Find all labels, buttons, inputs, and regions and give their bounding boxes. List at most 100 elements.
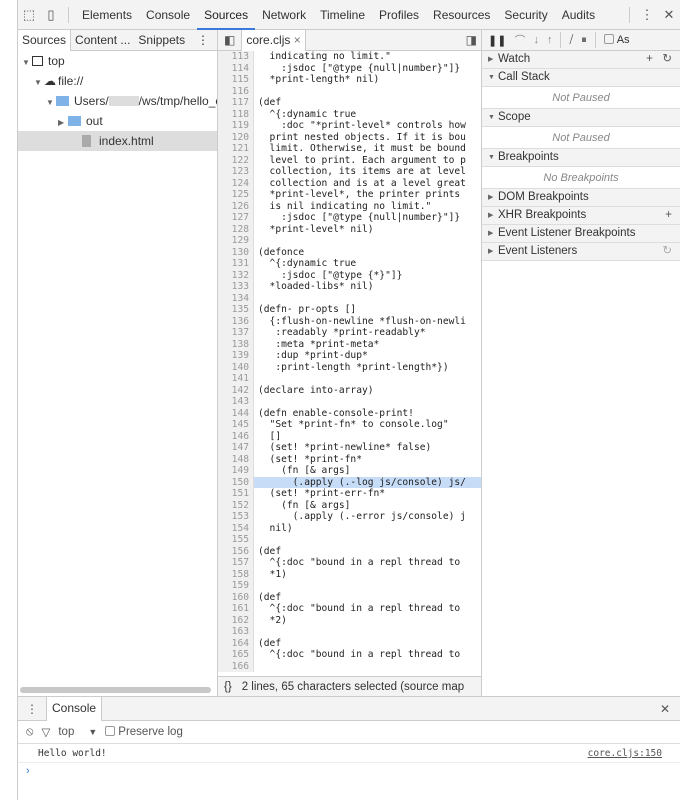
close-drawer-icon[interactable]: ✕: [660, 702, 680, 716]
code-editor[interactable]: 113 indicating no limit." 114 :jsdoc ["@t…: [218, 51, 481, 676]
line-number[interactable]: 151: [218, 488, 254, 500]
line-number[interactable]: 138: [218, 338, 254, 350]
section-dom-breakpoints[interactable]: ▶ DOM Breakpoints: [482, 189, 680, 207]
line-number[interactable]: 129: [218, 235, 254, 247]
line-number[interactable]: 128: [218, 223, 254, 235]
drawer-tab-console[interactable]: Console: [46, 696, 103, 721]
tab-elements[interactable]: Elements: [75, 0, 139, 30]
horizontal-scrollbar[interactable]: [20, 687, 211, 693]
line-number[interactable]: 131: [218, 258, 254, 270]
line-number[interactable]: 161: [218, 603, 254, 615]
line-number[interactable]: 166: [218, 660, 254, 672]
toggle-navigator-icon[interactable]: ◧: [218, 30, 241, 50]
pretty-print-icon[interactable]: {}: [224, 681, 232, 693]
tab-content-scripts[interactable]: Content ...: [71, 30, 134, 50]
pause-on-exceptions-icon[interactable]: ⏸: [581, 34, 587, 47]
tab-audits[interactable]: Audits: [555, 0, 602, 30]
line-number[interactable]: 135: [218, 304, 254, 316]
step-over-icon[interactable]: ⌒: [514, 32, 525, 48]
line-number[interactable]: 160: [218, 591, 254, 603]
line-number[interactable]: 118: [218, 108, 254, 120]
console-prompt[interactable]: ›: [18, 763, 680, 779]
close-tab-icon[interactable]: ×: [294, 33, 301, 47]
tree-item-index-html[interactable]: index.html: [18, 131, 217, 151]
section-xhr-breakpoints[interactable]: ▶ XHR Breakpoints +: [482, 207, 680, 225]
tab-snippets[interactable]: Snippets: [134, 30, 189, 50]
line-number[interactable]: 164: [218, 637, 254, 649]
message-source-link[interactable]: core.cljs:150: [588, 744, 680, 762]
line-number[interactable]: 137: [218, 327, 254, 339]
line-number[interactable]: 140: [218, 361, 254, 373]
line-number[interactable]: 143: [218, 396, 254, 408]
section-scope[interactable]: ▼ Scope: [482, 109, 680, 127]
tab-console[interactable]: Console: [139, 0, 197, 30]
async-checkbox[interactable]: As: [603, 34, 630, 46]
line-number[interactable]: 116: [218, 85, 254, 97]
section-event-listener-breakpoints[interactable]: ▶ Event Listener Breakpoints: [482, 225, 680, 243]
line-number[interactable]: 145: [218, 419, 254, 431]
refresh-icon[interactable]: ↻: [662, 243, 680, 260]
tree-item-users-folder[interactable]: ▼ Users/ /ws/tmp/hello_c: [18, 91, 217, 111]
add-xhr-breakpoint-icon[interactable]: +: [665, 207, 680, 224]
more-icon[interactable]: ⋮: [193, 30, 217, 50]
line-number[interactable]: 121: [218, 143, 254, 155]
section-breakpoints[interactable]: ▼ Breakpoints: [482, 149, 680, 167]
line-number[interactable]: 150: [218, 476, 254, 488]
line-number[interactable]: 136: [218, 315, 254, 327]
tab-timeline[interactable]: Timeline: [313, 0, 372, 30]
line-number[interactable]: 127: [218, 212, 254, 224]
tree-item-top[interactable]: ▼ top: [18, 51, 217, 71]
context-select[interactable]: top ▼: [58, 726, 97, 738]
line-number[interactable]: 124: [218, 177, 254, 189]
toggle-debugger-icon[interactable]: ◨: [462, 30, 481, 50]
close-icon[interactable]: ✕: [658, 7, 680, 23]
line-number[interactable]: 114: [218, 62, 254, 74]
tree-item-origin[interactable]: ▼ ☁ file://: [18, 71, 217, 91]
clear-console-icon[interactable]: ⦸: [26, 726, 34, 739]
inspect-element-icon[interactable]: ⬚: [18, 7, 40, 23]
line-number[interactable]: 130: [218, 246, 254, 258]
editor-tab-core-cljs[interactable]: core.cljs ×: [241, 29, 306, 51]
line-number[interactable]: 123: [218, 166, 254, 178]
add-watch-icon[interactable]: + ↻: [646, 51, 680, 68]
pause-icon[interactable]: ❚❚: [488, 34, 506, 47]
line-number[interactable]: 165: [218, 649, 254, 661]
line-number[interactable]: 132: [218, 269, 254, 281]
device-mode-icon[interactable]: ▯: [40, 7, 62, 23]
line-number[interactable]: 153: [218, 511, 254, 523]
section-call-stack[interactable]: ▼ Call Stack: [482, 69, 680, 87]
line-number[interactable]: 122: [218, 154, 254, 166]
line-number[interactable]: 163: [218, 626, 254, 638]
line-number[interactable]: 120: [218, 131, 254, 143]
line-number[interactable]: 142: [218, 384, 254, 396]
line-number[interactable]: 156: [218, 545, 254, 557]
filter-icon[interactable]: ▽: [42, 725, 51, 739]
line-number[interactable]: 146: [218, 430, 254, 442]
tab-resources[interactable]: Resources: [426, 0, 497, 30]
tab-sources-nav[interactable]: Sources: [18, 29, 72, 51]
line-number[interactable]: 157: [218, 557, 254, 569]
line-number[interactable]: 119: [218, 120, 254, 132]
line-number[interactable]: 152: [218, 499, 254, 511]
deactivate-breakpoints-icon[interactable]: ⧸: [569, 34, 573, 47]
line-number[interactable]: 155: [218, 534, 254, 546]
line-number[interactable]: 149: [218, 465, 254, 477]
line-number[interactable]: 117: [218, 97, 254, 109]
line-number[interactable]: 113: [218, 51, 254, 63]
tab-network[interactable]: Network: [255, 0, 313, 30]
tree-item-out[interactable]: ▶ out: [18, 111, 217, 131]
line-number[interactable]: 141: [218, 373, 254, 385]
line-number[interactable]: 125: [218, 189, 254, 201]
tab-sources[interactable]: Sources: [197, 0, 256, 30]
line-number[interactable]: 159: [218, 580, 254, 592]
step-into-icon[interactable]: ↓: [533, 34, 539, 46]
more-menu-icon[interactable]: ⋮: [636, 7, 658, 23]
tab-security[interactable]: Security: [497, 0, 554, 30]
section-event-listeners[interactable]: ▶ Event Listeners ↻: [482, 243, 680, 261]
line-number[interactable]: 148: [218, 453, 254, 465]
line-number[interactable]: 115: [218, 74, 254, 86]
step-out-icon[interactable]: ↑: [547, 34, 553, 46]
preserve-log-checkbox[interactable]: Preserve log: [105, 726, 183, 738]
line-number[interactable]: 147: [218, 442, 254, 454]
tab-profiles[interactable]: Profiles: [372, 0, 426, 30]
